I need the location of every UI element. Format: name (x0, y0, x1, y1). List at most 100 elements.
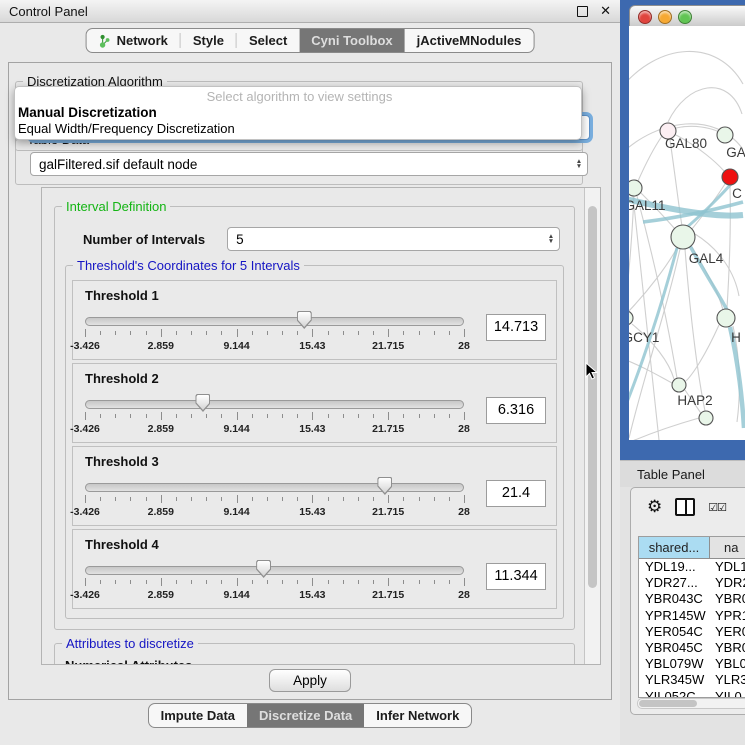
network-edge[interactable] (629, 51, 743, 88)
cell-name[interactable]: YDL1 (709, 559, 745, 575)
network-node-ga[interactable] (717, 127, 733, 143)
algorithm-option-placeholder[interactable]: Select algorithm to view settings (15, 89, 581, 105)
threshold-value-field[interactable]: 21.4 (486, 480, 546, 507)
zoom-traffic-light[interactable] (678, 10, 692, 24)
threshold-value-field[interactable]: 11.344 (486, 563, 546, 590)
slider-handle-icon[interactable] (195, 394, 210, 412)
network-edge[interactable] (638, 136, 662, 181)
tick-mark (267, 580, 268, 584)
table-row[interactable]: YIL052C YIL0 (639, 689, 745, 699)
cell-shared-name[interactable]: YBR043C (639, 591, 709, 607)
cell-shared-name[interactable]: YPR145W (639, 608, 709, 624)
table-panel-title: Table Panel (637, 467, 705, 482)
network-node[interactable] (699, 411, 713, 425)
network-node-gal11[interactable] (629, 180, 642, 196)
scale-label: -3.426 (70, 340, 100, 352)
tick-mark (434, 414, 435, 418)
settings-scrollbar-thumb[interactable] (588, 206, 597, 588)
cell-name[interactable]: YPR1 (709, 608, 745, 624)
gear-icon[interactable]: ⚙ (647, 497, 662, 517)
cell-name[interactable]: YDR2 (709, 575, 745, 591)
tab-impute-data[interactable]: Impute Data (149, 704, 247, 727)
tick-mark (146, 414, 147, 418)
attributes-label: Attributes to discretize (62, 636, 198, 651)
minimize-traffic-light[interactable] (658, 10, 672, 24)
tick-mark (464, 412, 465, 420)
cell-name[interactable]: YIL0 (709, 689, 745, 699)
table-data-combobox[interactable]: galFiltered.sif default node ▲▼ (30, 152, 588, 176)
threshold-slider[interactable]: -3.4262.8599.14415.4321.71528 (85, 477, 464, 521)
table-row[interactable]: YBL079W YBL0 (639, 656, 745, 672)
network-edge[interactable] (686, 325, 719, 381)
table-row[interactable]: YER054C YER0 (639, 624, 745, 640)
algorithm-option-manual[interactable]: Manual Discretization (15, 105, 581, 121)
slider-track[interactable] (85, 483, 464, 492)
table-row[interactable]: YBR043C YBR0 (639, 591, 745, 607)
slider-track[interactable] (85, 317, 464, 326)
tab-jactivemnodules[interactable]: jActiveMNodules (405, 29, 534, 52)
network-edge[interactable] (685, 249, 705, 411)
network-window-titlebar (629, 5, 745, 28)
tab-cyni-toolbox[interactable]: Cyni Toolbox (299, 29, 404, 52)
float-window-icon[interactable] (577, 6, 588, 17)
cell-name[interactable]: YBR0 (709, 591, 745, 607)
network-window[interactable]: GAL80GACGAL11GAL4GCY1HHAP2 (629, 5, 745, 441)
network-canvas[interactable]: GAL80GACGAL11GAL4GCY1HHAP2 (629, 26, 745, 440)
top-tabbar: Network Style Select Cyni Toolbox jActiv… (0, 23, 620, 59)
slider-handle-icon[interactable] (256, 560, 271, 578)
algorithm-option-equal-width[interactable]: Equal Width/Frequency Discretization (15, 121, 581, 137)
slider-handle-icon[interactable] (377, 477, 392, 495)
cell-shared-name[interactable]: YDL19... (639, 559, 709, 575)
close-icon[interactable]: ✕ (600, 3, 611, 19)
cell-name[interactable]: YER0 (709, 624, 745, 640)
network-graph: GAL80GACGAL11GAL4GCY1HHAP2 (629, 26, 745, 440)
threshold-value-field[interactable]: 6.316 (486, 397, 546, 424)
cell-shared-name[interactable]: YDR27... (639, 575, 709, 591)
network-node-h[interactable] (717, 309, 735, 327)
threshold-slider[interactable]: -3.4262.8599.14415.4321.71528 (85, 311, 464, 355)
cell-name[interactable]: YLR3 (709, 672, 745, 688)
table-row[interactable]: YDR27... YDR2 (639, 575, 745, 591)
network-node-c[interactable] (722, 169, 738, 185)
tick-mark (464, 495, 465, 503)
slider-track[interactable] (85, 400, 464, 409)
show-columns-icon[interactable] (675, 498, 695, 516)
tab-network[interactable]: Network (87, 29, 180, 52)
apply-button[interactable]: Apply (269, 669, 351, 692)
tab-infer-network[interactable]: Infer Network (364, 704, 471, 727)
network-node-gcy1[interactable] (629, 311, 633, 325)
slider-track[interactable] (85, 566, 464, 575)
table-hscrollbar[interactable] (637, 698, 745, 709)
tick-mark (252, 331, 253, 335)
tick-mark (403, 580, 404, 584)
network-edge[interactable] (629, 418, 699, 440)
table-hscrollbar-thumb[interactable] (639, 700, 697, 707)
select-checkboxes-icon[interactable]: ☑☑ (708, 501, 726, 514)
table-row[interactable]: YDL19... YDL1 (639, 559, 745, 575)
tab-discretize-data[interactable]: Discretize Data (247, 704, 364, 727)
threshold-slider[interactable]: -3.4262.8599.14415.4321.71528 (85, 560, 464, 604)
cell-shared-name[interactable]: YBR045C (639, 640, 709, 656)
settings-scrollbar[interactable] (584, 188, 600, 664)
slider-handle-icon[interactable] (297, 311, 312, 329)
table-row[interactable]: YBR045C YBR0 (639, 640, 745, 656)
cell-shared-name[interactable]: YLR345W (639, 672, 709, 688)
cell-name[interactable]: YBL0 (709, 656, 745, 672)
cell-name[interactable]: YBR0 (709, 640, 745, 656)
column-header-shared-name[interactable]: shared... (639, 537, 710, 558)
tab-style[interactable]: Style (181, 29, 236, 52)
cell-shared-name[interactable]: YER054C (639, 624, 709, 640)
cell-shared-name[interactable]: YIL052C (639, 689, 709, 699)
threshold-value-field[interactable]: 14.713 (486, 314, 546, 341)
cell-shared-name[interactable]: YBL079W (639, 656, 709, 672)
threshold-slider[interactable]: -3.4262.8599.14415.4321.71528 (85, 394, 464, 438)
network-edge[interactable] (668, 88, 742, 122)
network-node-hap2[interactable] (672, 378, 686, 392)
number-of-intervals-combobox[interactable]: 5 ▲▼ (227, 227, 560, 251)
table-row[interactable]: YPR145W YPR1 (639, 608, 745, 624)
tab-select[interactable]: Select (237, 29, 299, 52)
table-row[interactable]: YLR345W YLR3 (639, 672, 745, 688)
column-header-name[interactable]: na (710, 537, 745, 558)
network-node-gal4[interactable] (671, 225, 695, 249)
close-traffic-light[interactable] (638, 10, 652, 24)
